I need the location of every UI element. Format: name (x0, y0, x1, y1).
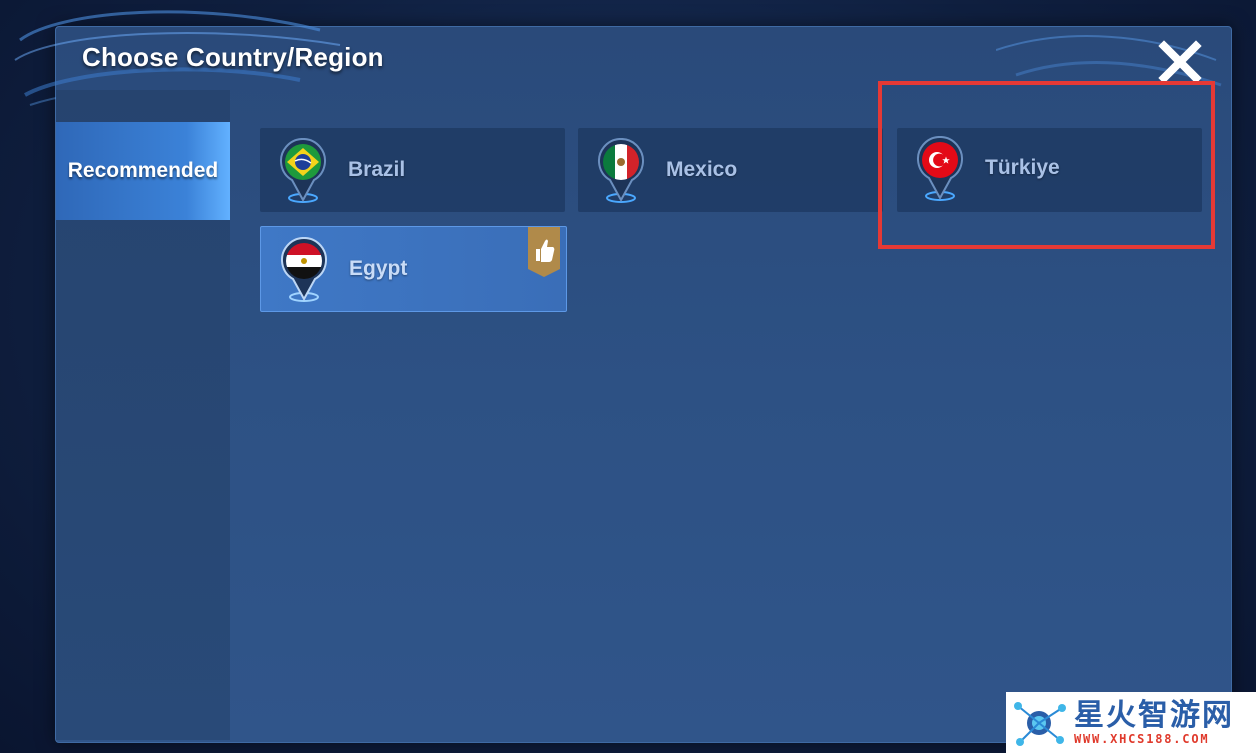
brazil-flag-icon (280, 138, 326, 203)
turkey-flag-icon (917, 136, 963, 201)
site-watermark: 星火智游网 WWW.XHCS188.COM (1006, 692, 1256, 753)
watermark-url: WWW.XHCS188.COM (1074, 731, 1210, 746)
country-name: Egypt (349, 257, 408, 280)
country-card-mexico[interactable]: Mexico (578, 128, 883, 212)
country-card-brazil[interactable]: Brazil (260, 128, 565, 212)
country-card-turkiye[interactable]: Türkiye (897, 128, 1202, 212)
country-card-egypt[interactable]: Egypt (260, 226, 567, 312)
close-x-icon[interactable] (1156, 40, 1204, 84)
network-logo-icon (1014, 701, 1066, 746)
dialog-title: Choose Country/Region (82, 42, 384, 72)
country-name: Mexico (666, 158, 738, 181)
tab-recommended-label: Recommended (67, 159, 219, 182)
thumbs-up-recommend-icon (528, 227, 560, 277)
egypt-flag-icon (281, 237, 327, 302)
tab-recommended[interactable]: Recommended (56, 122, 230, 220)
country-name: Türkiye (985, 156, 1060, 179)
country-name: Brazil (348, 158, 406, 181)
mexico-flag-icon (598, 138, 644, 203)
watermark-brand: 星火智游网 (1074, 697, 1234, 733)
